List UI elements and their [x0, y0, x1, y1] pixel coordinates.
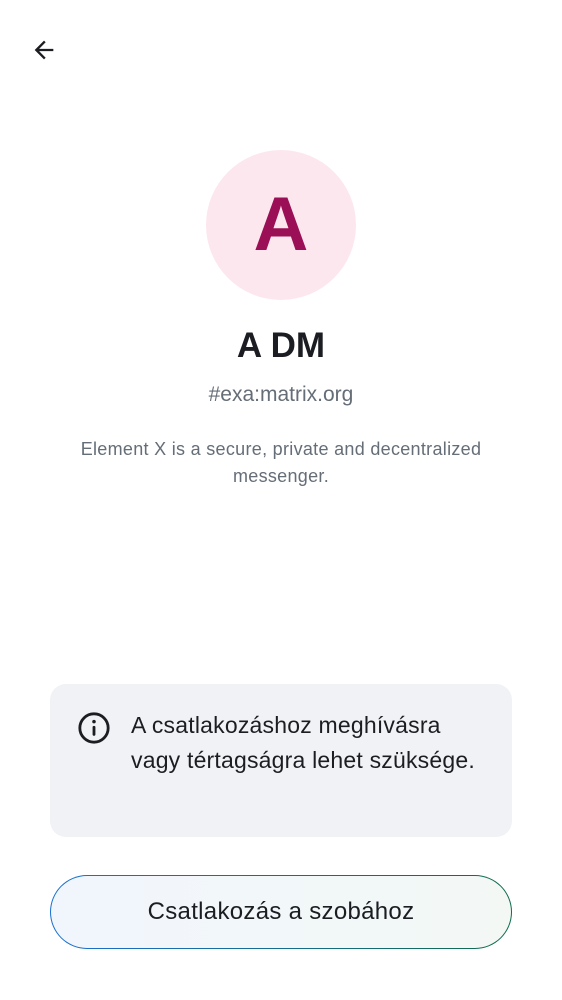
room-name: A DM	[236, 326, 326, 365]
join-room-screen: A A DM #exa:matrix.org Element X is a se…	[0, 0, 562, 1000]
room-avatar: A	[206, 150, 356, 300]
back-button[interactable]	[22, 28, 66, 72]
avatar-initial: A	[253, 182, 309, 267]
join-room-label: Csatlakozás a szobához	[147, 898, 415, 925]
join-notice-box: A csatlakozáshoz meghívásra vagy tértags…	[50, 684, 512, 837]
room-alias: #exa:matrix.org	[208, 383, 354, 406]
room-topic: Element X is a secure, private and decen…	[80, 439, 482, 486]
join-room-button[interactable]: Csatlakozás a szobához	[50, 875, 512, 949]
join-notice-text: A csatlakozáshoz meghívásra vagy tértags…	[131, 712, 475, 773]
info-icon	[78, 712, 110, 744]
arrow-left-icon	[34, 40, 54, 60]
